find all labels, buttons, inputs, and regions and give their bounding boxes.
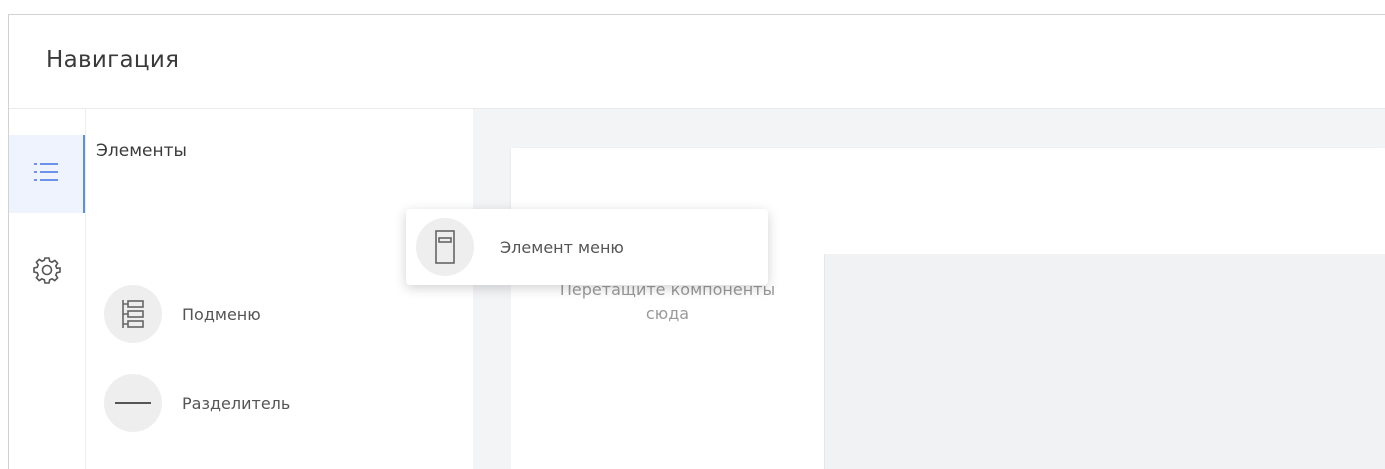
palette-item-submenu[interactable]: Подменю [104, 285, 261, 343]
palette-label-submenu: Подменю [182, 304, 261, 324]
drag-ghost-label: Элемент меню [500, 237, 624, 257]
divider-icon [104, 374, 162, 432]
submenu-icon [104, 285, 162, 343]
palette-item-divider[interactable]: Разделитель [104, 374, 290, 432]
elements-panel: Элементы Подменю Разделитель [86, 109, 472, 469]
panel-title: Элементы [96, 141, 187, 161]
rail-tab-settings[interactable] [9, 233, 85, 311]
drag-ghost-menu-item[interactable]: Элемент меню [406, 209, 768, 285]
page-title: Навигация [46, 47, 180, 73]
gear-icon [32, 255, 62, 289]
drop-zone[interactable]: Перетащите компоненты сюда [511, 254, 825, 469]
side-rail [9, 109, 86, 469]
menu-item-icon [416, 218, 474, 276]
palette-label-divider: Разделитель [182, 393, 291, 413]
drop-hint-line2: сюда [645, 304, 690, 323]
rail-tab-elements[interactable] [9, 135, 85, 213]
header: Навигация [9, 15, 1385, 109]
canvas-content-area [825, 254, 1385, 469]
drop-hint: Перетащите компоненты сюда [511, 278, 824, 326]
list-icon [32, 160, 60, 188]
